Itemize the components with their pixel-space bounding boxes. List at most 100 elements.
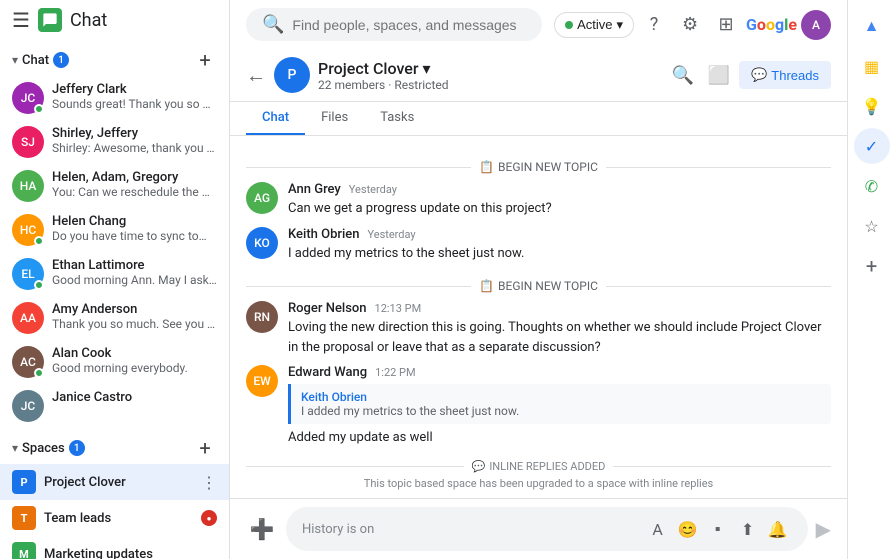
chat-avatar-5: AA xyxy=(12,302,44,334)
space-name-2: Marketing updates xyxy=(44,547,217,559)
search-input[interactable] xyxy=(292,17,526,33)
spaces-badge: 1 xyxy=(69,440,85,456)
spaces-item-marketing-updates[interactable]: M Marketing updates xyxy=(0,536,229,559)
upload-icon[interactable]: ⬆ xyxy=(734,515,762,543)
spaces-item-project-clover[interactable]: P Project Clover ⋮ xyxy=(0,464,229,500)
reply-card-sender-4: Keith Obrien xyxy=(301,390,821,404)
chat-item-name-3: Helen Chang xyxy=(52,214,217,229)
phone-icon[interactable]: ✆ xyxy=(854,168,890,204)
spaces-item-team-leads[interactable]: TTeam leads● xyxy=(0,500,229,536)
spaces-section-header: ▾ Spaces 1 + xyxy=(0,428,229,464)
chat-list: JCJeffery ClarkSounds great! Thank you s… xyxy=(0,76,229,428)
spaces-list: PProject Clover⋮TTeam leads●MMarketing u… xyxy=(0,464,229,559)
space-name-0: Project Clover xyxy=(44,475,193,490)
message-1: AG Ann Grey Yesterday Can we get a progr… xyxy=(246,182,831,219)
chat-section-title: ▾ Chat 1 xyxy=(12,52,69,68)
status-chevron-icon: ▾ xyxy=(616,17,623,33)
chat-item-6[interactable]: AC Alan CookGood morning everybody. xyxy=(0,340,229,384)
format-text-icon[interactable]: A xyxy=(644,515,672,543)
menu-icon[interactable]: ☰ xyxy=(12,8,30,32)
message-input-area[interactable]: History is on A 😊 ▪ ⬆ 🔔 xyxy=(286,507,808,551)
chat-avatar-4: EL xyxy=(12,258,44,290)
message-header-2: Keith Obrien Yesterday xyxy=(288,227,831,242)
calendar-icon[interactable]: ▦ xyxy=(854,48,890,84)
chat-item-4[interactable]: ELEthan LattimoreGood morning Ann. May I… xyxy=(0,252,229,296)
message-content-2: Keith Obrien Yesterday I added my metric… xyxy=(288,227,831,264)
space-name-1: Team leads xyxy=(44,511,193,526)
chat-collapse-icon[interactable]: ▾ xyxy=(12,53,18,67)
message-sender-3: Roger Nelson xyxy=(288,301,367,316)
google-logo: Google xyxy=(746,15,797,34)
space-dropdown-icon[interactable]: ▾ xyxy=(423,59,431,78)
space-icon-0: P xyxy=(12,470,36,494)
space-icon-2: M xyxy=(12,542,36,559)
chat-item-5[interactable]: AA Amy AndersonThank you so much. See you… xyxy=(0,296,229,340)
spaces-collapse-icon[interactable]: ▾ xyxy=(12,441,18,455)
search-bar[interactable]: 🔍 xyxy=(246,8,542,41)
spaces-section-title: ▾ Spaces 1 xyxy=(12,440,85,456)
send-button[interactable]: ▶ xyxy=(816,517,831,541)
settings-icon[interactable]: ⚙ xyxy=(674,9,706,41)
add-attachment-button[interactable]: ➕ xyxy=(246,513,278,545)
add-app-icon[interactable]: + xyxy=(854,248,890,284)
begin-topic-divider-1: 📋 BEGIN NEW TOPIC xyxy=(246,160,831,174)
keep-icon[interactable]: 💡 xyxy=(854,88,890,124)
message-sender-4: Edward Wang xyxy=(288,365,367,380)
chat-avatar-0: JC xyxy=(12,82,44,114)
threads-button[interactable]: 💬 Threads xyxy=(739,61,831,89)
star-icon[interactable]: ☆ xyxy=(854,208,890,244)
emoji-icon[interactable]: 😊 xyxy=(674,515,702,543)
chat-item-name-2: Helen, Adam, Gregory xyxy=(52,170,217,185)
app-title: Chat xyxy=(70,10,107,31)
new-chat-button[interactable]: + xyxy=(193,48,217,72)
chat-avatar-1: SJ xyxy=(12,126,44,158)
mention-icon[interactable]: 🔔 xyxy=(764,515,792,543)
chat-item-7[interactable]: JCJanice Castro xyxy=(0,384,229,428)
top-bar: 🔍 Active ▾ ? ⚙ ⊞ Google A xyxy=(230,0,847,49)
chat-tasks-icon[interactable]: ✓ xyxy=(854,128,890,164)
status-button[interactable]: Active ▾ xyxy=(554,12,634,38)
right-sidebar: ▲ ▦ 💡 ✓ ✆ ☆ + xyxy=(847,0,895,559)
header-actions: 🔍 ⬜ 💬 Threads xyxy=(667,59,831,91)
chat-section-header: ▾ Chat 1 + xyxy=(0,40,229,76)
top-right-actions: Active ▾ ? ⚙ ⊞ Google A xyxy=(554,9,831,41)
chat-item-3[interactable]: HCHelen ChangDo you have time to sync to… xyxy=(0,208,229,252)
back-button[interactable]: ← xyxy=(246,63,266,88)
help-icon[interactable]: ? xyxy=(638,9,670,41)
apps-icon[interactable]: ⊞ xyxy=(710,9,742,41)
threads-icon: 💬 xyxy=(751,67,767,83)
chat-item-preview-6: Good morning everybody. xyxy=(52,361,217,375)
message-text-2: I added my metrics to the sheet just now… xyxy=(288,244,831,264)
user-avatar[interactable]: A xyxy=(801,10,831,40)
history-label: History is on xyxy=(302,522,374,537)
begin-topic-divider-2: 📋 BEGIN NEW TOPIC xyxy=(246,279,831,293)
chat-item-preview-3: Do you have time to sync tomorrow mori..… xyxy=(52,229,217,243)
chat-item-name-6: Alan Cook xyxy=(52,346,217,361)
chat-item-text-3: Helen ChangDo you have time to sync tomo… xyxy=(52,214,217,243)
begin-topic-text-1: 📋 BEGIN NEW TOPIC xyxy=(479,160,598,174)
message-time-2: Yesterday xyxy=(367,228,415,241)
search-chat-icon[interactable]: 🔍 xyxy=(667,59,699,91)
space-options-icon-0[interactable]: ⋮ xyxy=(201,473,217,492)
chat-item-0[interactable]: JCJeffery ClarkSounds great! Thank you s… xyxy=(0,76,229,120)
message-header-4: Edward Wang 1:22 PM xyxy=(288,365,831,380)
chat-item-preview-5: Thank you so much. See you there. xyxy=(52,317,217,331)
chat-item-1[interactable]: SJShirley, JefferyShirley: Awesome, than… xyxy=(0,120,229,164)
space-icon-1: T xyxy=(12,506,36,530)
message-avatar-3: RN xyxy=(246,301,278,333)
tab-tasks[interactable]: Tasks xyxy=(364,102,430,135)
chat-item-text-6: Alan CookGood morning everybody. xyxy=(52,346,217,375)
attachment-icon[interactable]: ▪ xyxy=(704,515,732,543)
tab-files[interactable]: Files xyxy=(305,102,364,135)
chat-item-2[interactable]: HAHelen, Adam, GregoryYou: Can we resche… xyxy=(0,164,229,208)
message-text-1: Can we get a progress update on this pro… xyxy=(288,199,831,219)
new-space-button[interactable]: + xyxy=(193,436,217,460)
tab-chat[interactable]: Chat xyxy=(246,102,305,135)
chat-item-name-5: Amy Anderson xyxy=(52,302,217,317)
app-header: ☰ Chat xyxy=(0,0,229,40)
chat-avatar-6: AC xyxy=(12,346,44,378)
drive-icon[interactable]: ▲ xyxy=(854,8,890,44)
video-icon[interactable]: ⬜ xyxy=(703,59,735,91)
online-dot-4 xyxy=(34,280,44,290)
sidebar: ☰ Chat ▾ Chat 1 + JCJeffery ClarkSounds … xyxy=(0,0,230,559)
